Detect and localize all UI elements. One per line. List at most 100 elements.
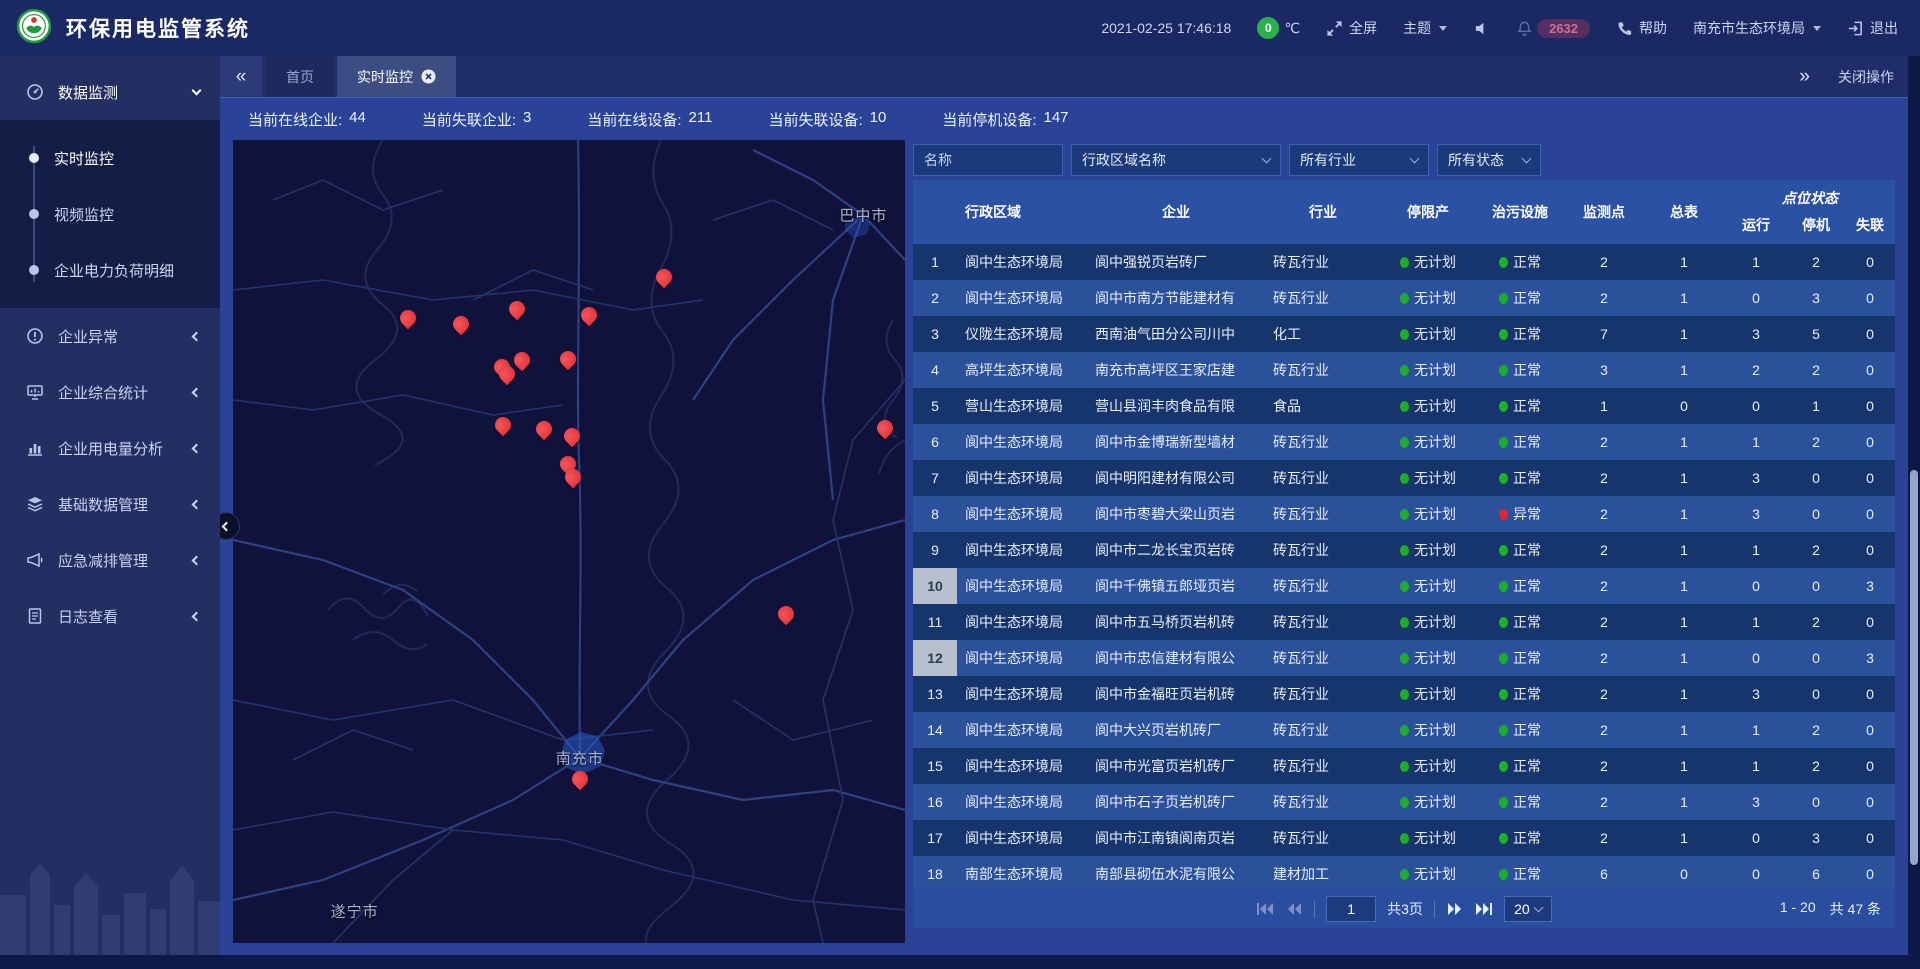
status-dot-icon <box>1400 545 1409 556</box>
table-row[interactable]: 18南部生态环境局南部县砌伍水泥有限公建材加工无计划正常60060 <box>913 856 1895 890</box>
status-dot-icon <box>1499 329 1508 340</box>
cell-stopped: 6 <box>1787 856 1845 890</box>
cell-row-number: 3 <box>913 316 957 352</box>
tab-close-icon[interactable] <box>421 69 436 84</box>
tab-active[interactable]: 实时监控 <box>337 56 456 97</box>
notifications-button[interactable]: 2632 <box>1516 19 1590 38</box>
scrollbar-thumb[interactable] <box>1910 470 1918 866</box>
first-page-button[interactable] <box>1256 902 1274 916</box>
sidebar-subitem[interactable]: 企业电力负荷明细 <box>0 242 220 298</box>
sidebar-item-label: 企业异常 <box>58 326 193 347</box>
cell-total-meters: 1 <box>1643 784 1725 820</box>
page-number-input[interactable] <box>1326 896 1376 922</box>
cell-total-meters: 1 <box>1643 424 1725 460</box>
sidebar-item-1[interactable]: 企业异常 <box>0 308 220 364</box>
tabs: 首页实时监控 <box>266 56 456 97</box>
sidebar-item-4[interactable]: 基础数据管理 <box>0 476 220 532</box>
tab-inactive[interactable]: 首页 <box>266 56 334 97</box>
sidebar-item-6[interactable]: 日志查看 <box>0 588 220 644</box>
cell-running: 0 <box>1725 280 1787 316</box>
speaker-icon <box>1473 20 1490 37</box>
name-filter-input[interactable] <box>913 144 1063 176</box>
sidebar-item-2[interactable]: 企业综合统计 <box>0 364 220 420</box>
table-row[interactable]: 5营山生态环境局营山县润丰肉食品有限食品无计划正常10010 <box>913 388 1895 424</box>
help-button[interactable]: 帮助 <box>1616 18 1667 38</box>
chevron-down-icon <box>1533 902 1543 912</box>
map-panel[interactable]: 巴中市南充市遂宁市 <box>233 140 905 943</box>
table-row[interactable]: 11阆中生态环境局阆中市五马桥页岩机砖砖瓦行业无计划正常21120 <box>913 604 1895 640</box>
close-operations-button[interactable]: 关闭操作 <box>1838 67 1894 87</box>
table-row[interactable]: 4高坪生态环境局南充市高坪区王家店建砖瓦行业无计划正常31220 <box>913 352 1895 388</box>
cell-pollution-facility: 正常 <box>1475 856 1565 890</box>
pager-total-label: 共 47 条 <box>1830 899 1881 919</box>
sound-toggle-button[interactable] <box>1473 20 1490 37</box>
table-row[interactable]: 17阆中生态环境局阆中市江南镇阆南页岩砖瓦行业无计划正常21030 <box>913 820 1895 856</box>
cell-pollution-facility: 正常 <box>1475 784 1565 820</box>
table-row[interactable]: 16阆中生态环境局阆中市石子页岩机砖厂砖瓦行业无计划正常21300 <box>913 784 1895 820</box>
bullet-icon <box>29 265 39 275</box>
cell-region: 阆中生态环境局 <box>957 244 1087 280</box>
status-dot-icon <box>1499 365 1508 376</box>
org-dropdown[interactable]: 南充市生态环境局 <box>1693 18 1821 38</box>
cell-company: 南充市高坪区王家店建 <box>1087 352 1265 388</box>
status-filter-select[interactable]: 所有状态 <box>1437 144 1541 176</box>
cell-total-meters: 1 <box>1643 316 1725 352</box>
table-row[interactable]: 2阆中生态环境局阆中市南方节能建材有砖瓦行业无计划正常21030 <box>913 280 1895 316</box>
next-page-button[interactable] <box>1446 902 1464 916</box>
pagination-bar: 共3页 20 1 - 20 共 47 条 <box>913 890 1895 928</box>
table-row[interactable]: 8阆中生态环境局阆中市枣碧大梁山页岩砖瓦行业无计划异常21300 <box>913 496 1895 532</box>
cell-total-meters: 1 <box>1643 460 1725 496</box>
status-dot-icon <box>1400 797 1409 808</box>
tabs-scroll-right-button[interactable]: » <box>1799 66 1810 88</box>
tabs-scroll-left-button[interactable]: « <box>220 56 262 97</box>
pager-range-label: 1 - 20 <box>1780 899 1816 919</box>
industry-filter-select[interactable]: 所有行业 <box>1289 144 1429 176</box>
page-size-select[interactable]: 20 <box>1504 896 1552 922</box>
cell-lost: 0 <box>1845 496 1895 532</box>
table-row[interactable]: 7阆中生态环境局阆中明阳建材有限公司砖瓦行业无计划正常21300 <box>913 460 1895 496</box>
previous-page-button[interactable] <box>1285 902 1303 916</box>
table-row[interactable]: 10阆中生态环境局阆中千佛镇五郎垭页岩砖瓦行业无计划正常21003 <box>913 568 1895 604</box>
cell-lost: 0 <box>1845 388 1895 424</box>
sidebar-subitem[interactable]: 实时监控 <box>0 130 220 186</box>
cell-pollution-facility: 正常 <box>1475 388 1565 424</box>
table-row[interactable]: 12阆中生态环境局阆中市忠信建材有限公砖瓦行业无计划正常21003 <box>913 640 1895 676</box>
cell-stopped: 3 <box>1787 820 1845 856</box>
cell-pollution-facility: 正常 <box>1475 568 1565 604</box>
table-row[interactable]: 9阆中生态环境局阆中市二龙长宝页岩砖砖瓦行业无计划正常21120 <box>913 532 1895 568</box>
status-dot-icon <box>1499 617 1508 628</box>
sidebar-subitem[interactable]: 视频监控 <box>0 186 220 242</box>
table-row[interactable]: 13阆中生态环境局阆中市金福旺页岩机砖砖瓦行业无计划正常21300 <box>913 676 1895 712</box>
table-row[interactable]: 3仪陇生态环境局西南油气田分公司川中化工无计划正常71350 <box>913 316 1895 352</box>
temperature-badge: 0 <box>1257 17 1279 39</box>
cell-row-number: 15 <box>913 748 957 784</box>
table-row[interactable]: 14阆中生态环境局阆中大兴页岩机砖厂砖瓦行业无计划正常21120 <box>913 712 1895 748</box>
region-filter-value: 行政区域名称 <box>1082 150 1166 170</box>
table-row[interactable]: 15阆中生态环境局阆中市光富页岩机砖厂砖瓦行业无计划正常21120 <box>913 748 1895 784</box>
fullscreen-button[interactable]: 全屏 <box>1326 18 1377 38</box>
cell-industry: 砖瓦行业 <box>1265 244 1381 280</box>
cell-stopped: 0 <box>1787 496 1845 532</box>
cell-industry: 砖瓦行业 <box>1265 748 1381 784</box>
temperature-indicator: 0 ℃ <box>1257 17 1300 39</box>
last-page-button[interactable] <box>1475 902 1493 916</box>
sidebar-item-0[interactable]: 数据监测 <box>0 64 220 120</box>
sidebar-item-label: 企业用电量分析 <box>58 438 193 459</box>
exit-button[interactable]: 退出 <box>1847 18 1898 38</box>
sidebar-item-3[interactable]: 企业用电量分析 <box>0 420 220 476</box>
cell-lost: 0 <box>1845 280 1895 316</box>
cell-industry: 化工 <box>1265 316 1381 352</box>
sidebar-item-5[interactable]: 应急减排管理 <box>0 532 220 588</box>
temperature-unit: ℃ <box>1284 20 1300 37</box>
table-row[interactable]: 6阆中生态环境局阆中市金博瑞新型墙材砖瓦行业无计划正常21120 <box>913 424 1895 460</box>
region-filter-select[interactable]: 行政区域名称 <box>1071 144 1281 176</box>
cell-limit-production: 无计划 <box>1381 568 1475 604</box>
table-row[interactable]: 1阆中生态环境局阆中强锐页岩砖厂砖瓦行业无计划正常21120 <box>913 244 1895 280</box>
theme-dropdown[interactable]: 主题 <box>1403 18 1447 38</box>
cell-monitor-points: 2 <box>1565 748 1643 784</box>
cell-lost: 0 <box>1845 424 1895 460</box>
status-dot-icon <box>1400 833 1409 844</box>
status-dot-icon <box>1499 293 1508 304</box>
cell-running: 3 <box>1725 496 1787 532</box>
cell-region: 阆中生态环境局 <box>957 820 1087 856</box>
